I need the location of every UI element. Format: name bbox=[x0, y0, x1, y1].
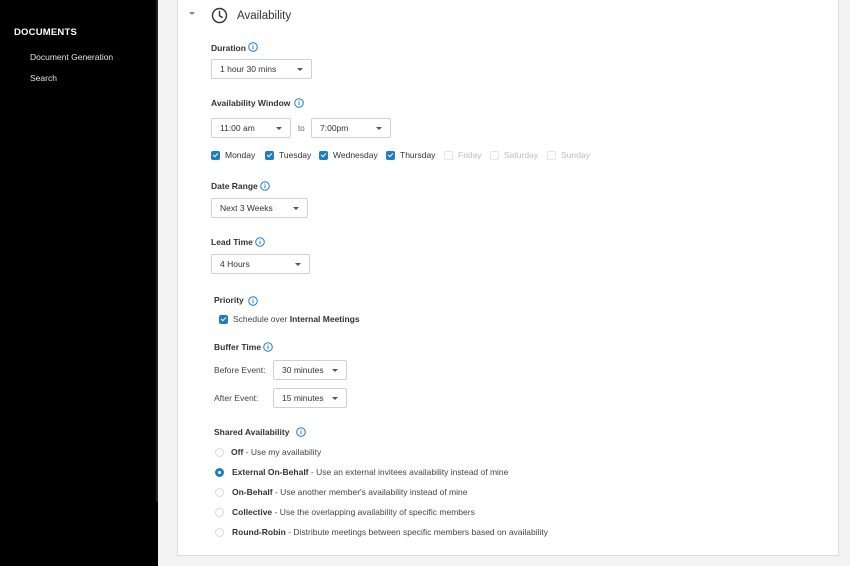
to-separator: to bbox=[298, 124, 305, 133]
radio-on-behalf[interactable] bbox=[215, 488, 224, 497]
window-end-select[interactable]: 7:00pm bbox=[311, 118, 391, 138]
duration-label: Duration bbox=[211, 43, 246, 53]
shared-option-on-behalf: On-Behalf - Use another member's availab… bbox=[232, 487, 467, 497]
shared-option-off: Off - Use my availability bbox=[231, 447, 321, 457]
window-start-value: 11:00 am bbox=[220, 123, 255, 133]
window-start-select[interactable]: 11:00 am bbox=[211, 118, 291, 138]
option-name: Collective bbox=[232, 507, 273, 517]
day-label: Monday bbox=[225, 150, 256, 160]
lead-time-label: Lead Time bbox=[211, 237, 253, 247]
checkbox-unchecked[interactable] bbox=[444, 150, 453, 160]
chevron-down-icon bbox=[293, 207, 299, 210]
info-icon[interactable] bbox=[248, 296, 258, 306]
after-event-value: 15 minutes bbox=[282, 393, 324, 403]
sidebar-item-document-generation[interactable]: Document Generation bbox=[30, 52, 113, 62]
day-label: Friday bbox=[458, 150, 482, 160]
info-icon[interactable] bbox=[296, 427, 306, 437]
checkbox-unchecked[interactable] bbox=[547, 150, 556, 160]
before-event-label: Before Event: bbox=[214, 365, 266, 375]
option-desc: - Use another member's availability inst… bbox=[272, 487, 468, 497]
after-event-label: After Event: bbox=[214, 393, 259, 403]
before-event-select[interactable]: 30 minutes bbox=[273, 360, 347, 380]
date-range-label: Date Range bbox=[211, 181, 258, 191]
checkbox-checked[interactable] bbox=[319, 150, 328, 160]
sidebar: DOCUMENTS Document Generation Search bbox=[0, 0, 158, 566]
day-label: Sunday bbox=[561, 150, 590, 160]
radio-collective[interactable] bbox=[215, 508, 224, 517]
day-label: Saturday bbox=[504, 150, 539, 160]
after-event-select[interactable]: 15 minutes bbox=[273, 388, 347, 408]
window-end-value: 7:00pm bbox=[320, 123, 349, 133]
section-title: Availability bbox=[237, 10, 292, 22]
info-icon[interactable] bbox=[248, 42, 258, 52]
checkbox-checked[interactable] bbox=[265, 150, 274, 160]
lead-time-value: 4 Hours bbox=[220, 259, 250, 269]
duration-select[interactable]: 1 hour 30 mins bbox=[211, 59, 312, 79]
day-label: Thursday bbox=[400, 150, 436, 160]
checkbox-checked[interactable] bbox=[219, 314, 228, 324]
info-icon[interactable] bbox=[260, 181, 270, 191]
chevron-down-icon bbox=[297, 68, 303, 71]
option-name: On-Behalf bbox=[232, 487, 273, 497]
shared-option-external-on-behalf: External On-Behalf - Use an external inv… bbox=[232, 467, 508, 477]
option-name: Round-Robin bbox=[232, 527, 286, 537]
radio-round-robin[interactable] bbox=[215, 528, 224, 537]
checkbox-checked[interactable] bbox=[386, 150, 395, 160]
chevron-down-icon bbox=[332, 397, 338, 400]
day-monday[interactable]: Monday bbox=[211, 150, 255, 160]
priority-option-bold: Internal Meetings bbox=[289, 314, 360, 324]
day-saturday[interactable]: Saturday bbox=[490, 150, 538, 160]
day-tuesday[interactable]: Tuesday bbox=[265, 150, 311, 160]
option-name: External On-Behalf bbox=[232, 467, 309, 477]
shared-option-collective: Collective - Use the overlapping availab… bbox=[232, 507, 475, 517]
availability-panel: Availability Duration 1 hour 30 mins Ava… bbox=[177, 0, 839, 556]
day-label: Wednesday bbox=[333, 150, 378, 160]
checkbox-unchecked[interactable] bbox=[490, 150, 499, 160]
day-thursday[interactable]: Thursday bbox=[386, 150, 435, 160]
option-desc: - Distribute meetings between specific m… bbox=[285, 527, 549, 537]
date-range-value: Next 3 Weeks bbox=[220, 203, 273, 213]
info-icon[interactable] bbox=[294, 98, 304, 108]
day-friday[interactable]: Friday bbox=[444, 150, 482, 160]
day-label: Tuesday bbox=[279, 150, 312, 160]
option-desc: - Use an external invitees availability … bbox=[308, 467, 509, 477]
option-name: Off bbox=[231, 447, 244, 457]
sidebar-title: DOCUMENTS bbox=[14, 27, 78, 38]
buffer-time-label: Buffer Time bbox=[214, 342, 262, 352]
radio-external-on-behalf[interactable] bbox=[215, 468, 224, 477]
sidebar-divider bbox=[156, 0, 158, 502]
chevron-down-icon bbox=[376, 127, 382, 130]
shared-option-round-robin: Round-Robin - Distribute meetings betwee… bbox=[232, 527, 548, 537]
before-event-value: 30 minutes bbox=[282, 365, 324, 375]
availability-window-label: Availability Window bbox=[211, 98, 291, 108]
checkbox-checked[interactable] bbox=[211, 150, 220, 160]
chevron-down-icon bbox=[276, 127, 282, 130]
schedule-over-internal-meetings[interactable]: Schedule over Internal Meetings bbox=[219, 314, 360, 324]
radio-off[interactable] bbox=[215, 448, 224, 457]
collapse-caret-icon[interactable] bbox=[189, 12, 195, 15]
day-wednesday[interactable]: Wednesday bbox=[319, 150, 378, 160]
day-sunday[interactable]: Sunday bbox=[547, 150, 590, 160]
shared-availability-label: Shared Availability bbox=[214, 427, 290, 437]
chevron-down-icon bbox=[332, 369, 338, 372]
info-icon[interactable] bbox=[263, 342, 273, 352]
sidebar-item-search[interactable]: Search bbox=[30, 73, 57, 83]
option-desc: - Use my availability bbox=[243, 447, 322, 457]
priority-option-text: Schedule over bbox=[233, 314, 290, 324]
clock-icon bbox=[211, 7, 228, 24]
chevron-down-icon bbox=[295, 263, 301, 266]
duration-value: 1 hour 30 mins bbox=[220, 64, 277, 74]
priority-label: Priority bbox=[214, 295, 244, 305]
option-desc: - Use the overlapping availability of sp… bbox=[272, 507, 475, 517]
info-icon[interactable] bbox=[255, 237, 265, 247]
lead-time-select[interactable]: 4 Hours bbox=[211, 254, 310, 274]
date-range-select[interactable]: Next 3 Weeks bbox=[211, 198, 308, 218]
